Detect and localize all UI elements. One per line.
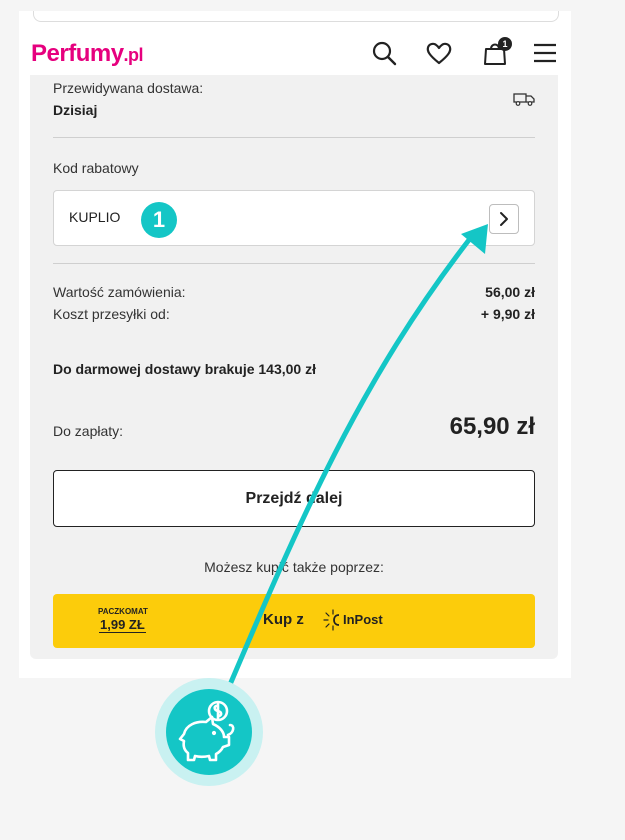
divider (53, 263, 535, 264)
shipping-label: Koszt przesyłki od: (53, 306, 170, 322)
apply-discount-button[interactable] (489, 204, 519, 234)
paczkomat-price: 1,99 ZŁ (99, 617, 146, 633)
total-value: 65,90 zł (449, 413, 535, 440)
total-label: Do zapłaty: (53, 423, 124, 439)
piggy-bank-badge (155, 678, 263, 786)
piggy-bank-icon (166, 689, 252, 775)
site-logo[interactable]: Perfumy.pl (31, 40, 144, 68)
delivery-value: Dzisiaj (53, 102, 98, 118)
inpost-brand-text: InPost (343, 612, 383, 627)
cart-count-badge: 1 (498, 37, 512, 51)
logo-tld: .pl (123, 45, 144, 65)
search-icon[interactable] (370, 39, 398, 67)
previous-card-edge (33, 11, 559, 22)
checkout-page: Perfumy.pl 1 Przewidywana dostawa: Dzisi… (19, 11, 571, 678)
cart-icon[interactable]: 1 (481, 37, 512, 67)
menu-icon[interactable] (531, 39, 559, 67)
heart-icon[interactable] (425, 39, 453, 67)
discount-code-input[interactable] (69, 209, 369, 225)
proceed-button[interactable]: Przejdź dalej (53, 470, 535, 527)
shipping-value: + 9,90 zł (480, 306, 535, 322)
discount-label: Kod rabatowy (53, 160, 139, 176)
alternative-payment-text: Możesz kupić także poprzez: (204, 559, 384, 575)
logo-text: Perfumy (31, 40, 124, 67)
delivery-label: Przewidywana dostawa: (53, 80, 204, 96)
order-value: 56,00 zł (485, 284, 535, 300)
site-header: Perfumy.pl 1 (19, 25, 571, 77)
divider (53, 137, 535, 138)
discount-code-field[interactable] (53, 190, 535, 246)
truck-icon (513, 92, 535, 111)
order-summary-panel: Przewidywana dostawa: Dzisiaj Kod rabato… (30, 75, 558, 659)
inpost-cta-label: Kup z (263, 611, 304, 628)
inpost-logo-icon (323, 609, 343, 636)
step-number-badge: 1 (141, 202, 177, 238)
chevron-right-icon (500, 212, 508, 226)
paczkomat-label: PACZKOMAT (98, 607, 148, 616)
order-value-label: Wartość zamówienia: (53, 284, 186, 300)
free-shipping-note: Do darmowej dostawy brakuje 143,00 zł (53, 361, 316, 377)
buy-with-inpost-button[interactable]: PACZKOMAT 1,99 ZŁ Kup z InPost (53, 594, 535, 648)
